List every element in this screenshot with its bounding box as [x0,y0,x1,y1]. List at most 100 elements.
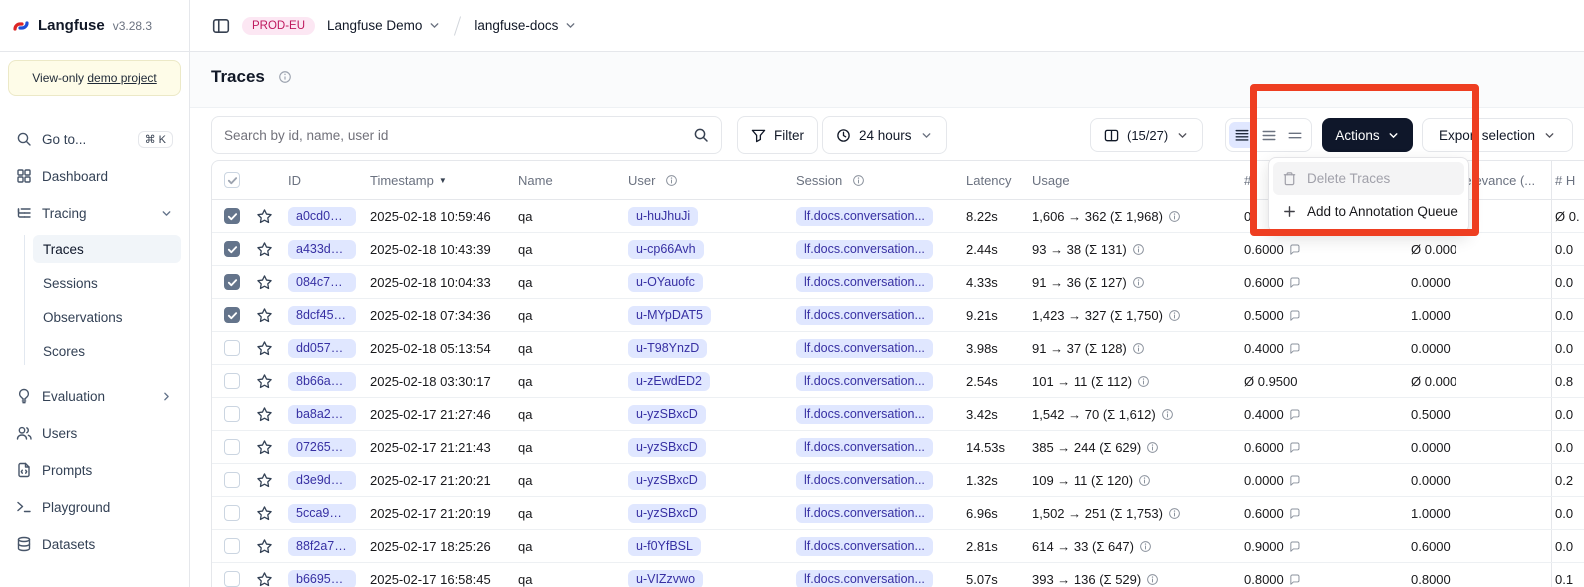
column-header-usage[interactable]: Usage [1026,161,1234,199]
column-header-extra[interactable]: # H [1551,161,1584,199]
trace-id-badge[interactable]: d3e9d1f2... [288,471,356,490]
trace-id-badge[interactable]: 8b66a34... [288,372,356,391]
user-id-badge[interactable]: u-yzSBxcD [628,504,706,523]
row-checkbox[interactable] [224,307,240,323]
session-id-badge[interactable]: lf.docs.conversation... [796,273,933,292]
star-icon[interactable] [256,208,273,225]
user-id-badge[interactable]: u-f0YfBSL [628,537,701,556]
sidebar-item-goto[interactable]: Go to...⌘ K [8,124,181,154]
session-id-badge[interactable]: lf.docs.conversation... [796,570,933,587]
sidebar-item-observations[interactable]: Observations [33,303,181,331]
trace-id-badge[interactable]: 07265c7a... [288,438,356,457]
star-icon[interactable] [256,505,273,522]
row-checkbox[interactable] [224,538,240,554]
table-row[interactable]: 88f2a7b0...2025-02-17 18:25:26qau-f0YfBS… [212,530,1584,563]
star-icon[interactable] [256,571,273,587]
actions-button[interactable]: Actions [1322,118,1413,152]
trace-id-badge[interactable]: 5cca9cf2... [288,504,356,523]
row-height-medium-button[interactable] [1256,122,1282,148]
column-header-relevance[interactable]: relevance (... [1456,161,1551,199]
star-icon[interactable] [256,538,273,555]
org-selector[interactable]: Langfuse Demo [327,18,441,33]
menu-item-delete-traces[interactable]: Delete Traces [1273,162,1464,195]
row-checkbox[interactable] [224,406,240,422]
star-icon[interactable] [256,373,273,390]
star-icon[interactable] [256,472,273,489]
user-id-badge[interactable]: u-VIZzvwo [628,570,703,587]
trace-id-badge[interactable]: dd05753... [288,339,356,358]
column-header-user[interactable]: User [622,161,790,199]
column-header-session[interactable]: Session [790,161,960,199]
table-row[interactable]: 8dcf4574...2025-02-18 07:34:36qau-MYpDAT… [212,299,1584,332]
table-row[interactable]: 5cca9cf2...2025-02-17 21:20:19qau-yzSBxc… [212,497,1584,530]
trace-id-badge[interactable]: a0cd0d9... [288,207,356,226]
session-id-badge[interactable]: lf.docs.conversation... [796,537,933,556]
trace-id-badge[interactable]: 88f2a7b0... [288,537,356,556]
table-row[interactable]: a433de51...2025-02-18 10:43:39qau-cp66Av… [212,233,1584,266]
trace-id-badge[interactable]: a433de51... [288,240,356,259]
star-icon[interactable] [256,439,273,456]
star-icon[interactable] [256,406,273,423]
star-icon[interactable] [256,241,273,258]
session-id-badge[interactable]: lf.docs.conversation... [796,207,933,226]
table-row[interactable]: b669529...2025-02-17 16:58:45qau-VIZzvwo… [212,563,1584,587]
trace-id-badge[interactable]: ba8a208f... [288,405,356,424]
session-id-badge[interactable]: lf.docs.conversation... [796,372,933,391]
star-icon[interactable] [256,307,273,324]
sidebar-item-prompts[interactable]: Prompts [8,455,181,485]
time-range-button[interactable]: 24 hours [822,116,947,154]
column-header-timestamp[interactable]: Timestamp▼ [364,161,512,199]
sidebar-item-users[interactable]: Users [8,418,181,448]
sidebar-item-evaluation[interactable]: Evaluation [8,381,181,411]
trace-id-badge[interactable]: 8dcf4574... [288,306,356,325]
table-row[interactable]: 07265c7a...2025-02-17 21:21:43qau-yzSBxc… [212,431,1584,464]
row-height-small-button[interactable] [1229,122,1255,148]
user-id-badge[interactable]: u-yzSBxcD [628,438,706,457]
session-id-badge[interactable]: lf.docs.conversation... [796,240,933,259]
export-selection-button[interactable]: Export selection [1422,118,1573,152]
sidebar-item-playground[interactable]: Playground [8,492,181,522]
user-id-badge[interactable]: u-OYauofc [628,273,703,292]
table-row[interactable]: dd05753...2025-02-18 05:13:54qau-T98YnzD… [212,332,1584,365]
user-id-badge[interactable]: u-cp66Avh [628,240,704,259]
session-id-badge[interactable]: lf.docs.conversation... [796,405,933,424]
trace-id-badge[interactable]: 084c739... [288,273,356,292]
user-id-badge[interactable]: u-yzSBxcD [628,471,706,490]
menu-item-add-to-annotation-queue[interactable]: Add to Annotation Queue [1273,195,1464,228]
user-id-badge[interactable]: u-MYpDAT5 [628,306,711,325]
sidebar-item-sessions[interactable]: Sessions [33,269,181,297]
environment-badge[interactable]: PROD-EU [242,17,315,35]
row-checkbox[interactable] [224,439,240,455]
trace-id-badge[interactable]: b669529... [288,570,356,587]
row-checkbox[interactable] [224,208,240,224]
column-header-latency[interactable]: Latency [960,161,1026,199]
column-header-bookmark[interactable] [250,161,280,199]
sidebar-item-datasets[interactable]: Datasets [8,529,181,559]
row-checkbox[interactable] [224,373,240,389]
project-selector[interactable]: langfuse-docs [474,18,577,33]
row-checkbox[interactable] [224,472,240,488]
sidebar-toggle-icon[interactable] [212,17,230,35]
row-checkbox[interactable] [224,571,240,587]
search-icon[interactable] [693,127,721,143]
row-checkbox[interactable] [224,241,240,257]
select-all-checkbox[interactable] [224,172,240,188]
session-id-badge[interactable]: lf.docs.conversation... [796,471,933,490]
session-id-badge[interactable]: lf.docs.conversation... [796,504,933,523]
session-id-badge[interactable]: lf.docs.conversation... [796,339,933,358]
column-header-id[interactable]: ID [280,161,364,199]
star-icon[interactable] [256,340,273,357]
sidebar-item-scores[interactable]: Scores [33,337,181,365]
row-checkbox[interactable] [224,340,240,356]
column-visibility-button[interactable]: (15/27) [1090,118,1203,152]
user-id-badge[interactable]: u-huJhuJi [628,207,698,226]
session-id-badge[interactable]: lf.docs.conversation... [796,438,933,457]
session-id-badge[interactable]: lf.docs.conversation... [796,306,933,325]
table-row[interactable]: 084c739...2025-02-18 10:04:33qau-OYauofc… [212,266,1584,299]
table-row[interactable]: 8b66a34...2025-02-18 03:30:17qau-zEwdED2… [212,365,1584,398]
sidebar-item-dashboard[interactable]: Dashboard [8,161,181,191]
user-id-badge[interactable]: u-yzSBxcD [628,405,706,424]
row-height-large-button[interactable] [1282,122,1308,148]
filter-button[interactable]: Filter [737,116,818,154]
column-header-name[interactable]: Name [512,161,622,199]
